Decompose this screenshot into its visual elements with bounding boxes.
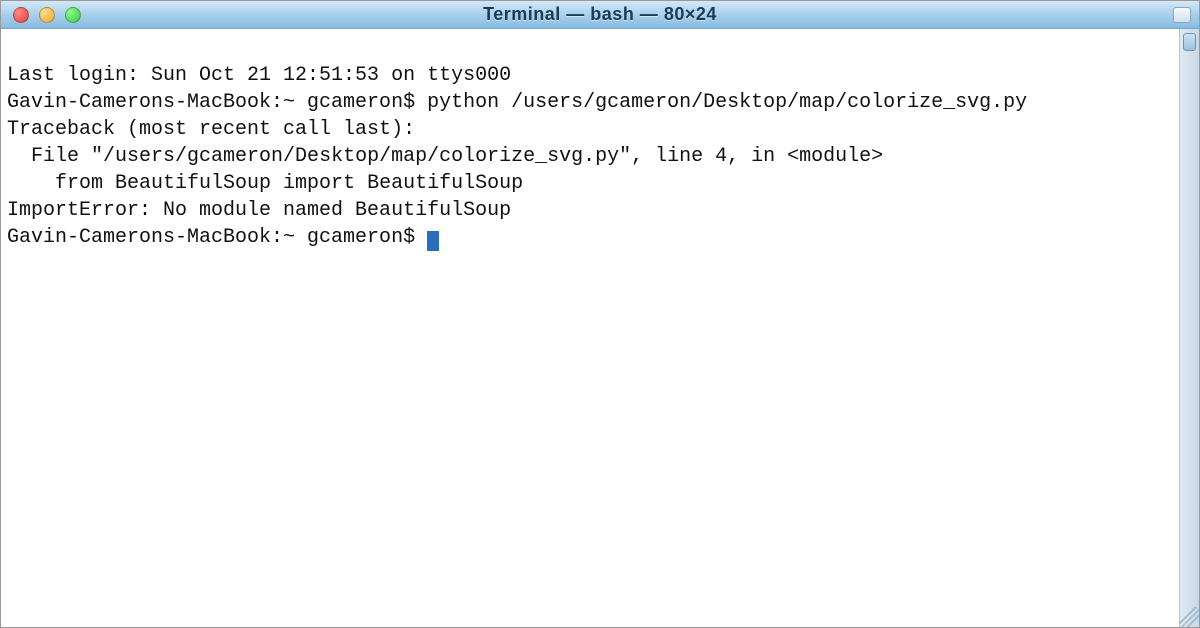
titlebar[interactable]: Terminal — bash — 80×24	[1, 1, 1199, 29]
window-controls	[13, 7, 81, 23]
content-area: Last login: Sun Oct 21 12:51:53 on ttys0…	[1, 29, 1199, 627]
terminal-prompt: Gavin-Camerons-MacBook:~ gcameron$	[7, 226, 427, 249]
zoom-icon[interactable]	[65, 7, 81, 23]
resize-grip-icon[interactable]	[1179, 607, 1199, 627]
window-title: Terminal — bash — 80×24	[11, 4, 1189, 25]
terminal-line: File "/users/gcameron/Desktop/map/colori…	[7, 143, 1173, 170]
terminal-output[interactable]: Last login: Sun Oct 21 12:51:53 on ttys0…	[1, 29, 1179, 627]
terminal-window: Terminal — bash — 80×24 Last login: Sun …	[0, 0, 1200, 628]
terminal-prompt-line: Gavin-Camerons-MacBook:~ gcameron$	[7, 224, 1173, 251]
terminal-line: ImportError: No module named BeautifulSo…	[7, 197, 1173, 224]
terminal-line: Gavin-Camerons-MacBook:~ gcameron$ pytho…	[7, 89, 1173, 116]
close-icon[interactable]	[13, 7, 29, 23]
terminal-line: from BeautifulSoup import BeautifulSoup	[7, 170, 1173, 197]
scrollbar[interactable]	[1179, 29, 1199, 627]
scroll-thumb[interactable]	[1183, 33, 1196, 51]
terminal-line: Traceback (most recent call last):	[7, 116, 1173, 143]
cursor-icon	[427, 231, 439, 251]
toolbar-button-icon[interactable]	[1173, 7, 1191, 23]
minimize-icon[interactable]	[39, 7, 55, 23]
terminal-line: Last login: Sun Oct 21 12:51:53 on ttys0…	[7, 62, 1173, 89]
